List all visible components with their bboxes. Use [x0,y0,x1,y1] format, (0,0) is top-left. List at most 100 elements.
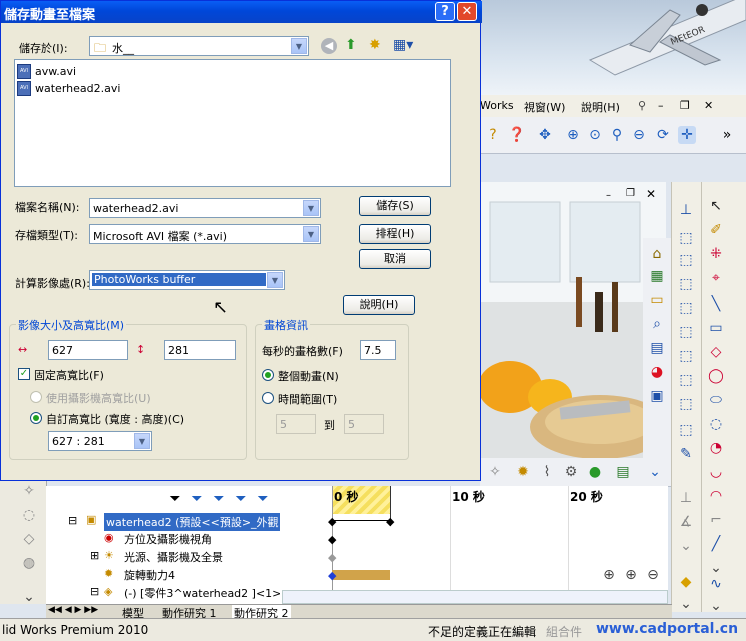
new-folder-icon[interactable]: ✸ [369,37,381,53]
tree-item-orientation[interactable]: 方位及攝影機視角 [124,531,212,547]
cube-icon[interactable]: ⬚ [676,298,696,318]
angle-icon[interactable]: ∡ [676,512,696,532]
close-icon[interactable]: ✕ [704,99,713,112]
filetype-combo[interactable]: Microsoft AVI 檔案 (*.avi) ▼ [89,224,321,244]
tag-icon[interactable]: ⌖ [706,268,726,288]
tree-expand-icon[interactable]: ⊟ [90,585,99,598]
search-icon[interactable]: ⌕ [647,314,667,334]
circle-icon[interactable]: ◯ [706,366,726,386]
ellipse-icon[interactable]: ⬭ [706,390,726,410]
up-folder-icon[interactable]: ⬆ [345,37,357,53]
origin-icon[interactable]: ⊥ [676,200,696,220]
back-icon[interactable]: ◀ [321,38,337,54]
rectangle-icon[interactable]: ▭ [706,318,726,338]
add-key-icon[interactable]: ✧ [486,463,504,481]
tree-expand-icon[interactable]: ⊟ [68,514,77,527]
cube-icon[interactable]: ⬚ [676,322,696,342]
chevron-down-icon[interactable]: ▼ [303,200,319,216]
chevron-down-icon[interactable]: ▼ [267,272,283,288]
range-to-input[interactable]: 5 [344,414,384,434]
keypoint-icon[interactable]: ◆ [328,551,336,564]
restore-icon[interactable]: ❐ [680,99,690,112]
cube-icon[interactable]: ⬚ [676,228,696,248]
zoom-fit-icon[interactable]: ⊕ [564,126,582,144]
save-button[interactable]: 儲存(S) [359,196,431,216]
minimize-icon[interactable]: – [658,99,664,112]
menu-window[interactable]: 視窗(W) [524,99,565,115]
motor-icon[interactable]: ✹ [514,463,532,481]
filter-animated-icon[interactable]: ⏷ [188,490,206,508]
cube-icon[interactable]: ⬚ [676,370,696,390]
arc-icon[interactable]: ◌ [706,414,726,434]
title-help-button[interactable]: ? [435,2,455,21]
tab-nav-icon[interactable]: ◀◀ ◀ ▶ ▶▶ [48,605,98,615]
zoom-in-icon[interactable]: ⊕ [622,566,640,584]
tree-item-root[interactable]: waterhead2 (預設<<預設>_外觀 顯 [104,513,296,531]
zoom-area-icon[interactable]: ⊙ [586,126,604,144]
centerpoint-arc-icon[interactable]: ◠ [706,486,726,506]
spring-icon[interactable]: ⌇ [538,463,556,481]
cube-icon[interactable]: ⬚ [676,394,696,414]
tool-icon[interactable]: ✧ [20,482,38,500]
warning-icon[interactable]: ◆ [676,572,696,592]
renderer-combo[interactable]: PhotoWorks buffer ▼ [89,270,285,290]
sketch-icon[interactable]: ✐ [706,220,726,240]
title-close-button[interactable]: ✕ [457,2,477,21]
use-camera-radio[interactable] [30,391,42,403]
tree-item-part[interactable]: (-) [零件3^waterhead2 ]<1> (預 [124,585,300,601]
contact-icon[interactable]: ⚙ [562,463,580,481]
viewport-minimize-icon[interactable]: – [606,190,611,201]
view-menu-icon[interactable]: ▦▾ [393,37,413,53]
arc-3pt-icon[interactable]: ◔ [706,438,726,458]
custom-props-icon[interactable]: ▣ [647,386,667,406]
chevron-down-icon[interactable]: ▼ [291,38,307,54]
keypoint-icon[interactable]: ◆ [386,515,394,528]
viewport-restore-icon[interactable]: ❐ [626,188,635,199]
smart-dim-icon[interactable]: ⁜ [706,244,726,264]
keypoint-icon[interactable]: ◆ [328,533,336,546]
pin-icon[interactable]: ⚲ [638,99,646,112]
viewport-close-icon[interactable]: ✕ [646,187,656,201]
chevron-down-icon[interactable]: ▼ [134,433,150,449]
tree-item-motor[interactable]: 旋轉動力4 [124,567,175,583]
filter-results-icon[interactable]: ⏷ [254,490,272,508]
cancel-button[interactable]: 取消 [359,249,431,269]
tool-icon[interactable]: ◌ [20,506,38,524]
keypoint-icon[interactable]: ◆ [328,569,336,582]
width-input[interactable]: 627 [48,340,128,360]
results-icon[interactable]: ▤ [614,463,632,481]
polygon-icon[interactable]: ◇ [706,342,726,362]
filter-icon[interactable]: ⏷ [166,490,184,508]
filter-selected-icon[interactable]: ⏷ [232,490,250,508]
cube-icon[interactable]: ⬚ [676,250,696,270]
chevron-down-icon[interactable]: ⌄ [676,594,696,614]
fps-input[interactable]: 7.5 [360,340,396,360]
timeline-scrollbar[interactable] [282,590,668,604]
menu-works[interactable]: Works [480,99,514,112]
dim-icon[interactable]: ⊥ [676,488,696,508]
brush-icon[interactable]: ✎ [676,444,696,464]
tree-expand-icon[interactable]: ⊞ [90,549,99,562]
custom-ratio-radio[interactable] [30,412,42,424]
graphics-viewport[interactable]: – ❐ ✕ [480,182,666,458]
help-toolbar-icon[interactable]: ? [484,126,502,144]
cube-icon[interactable]: ⬚ [676,420,696,440]
time-range-radio[interactable] [262,392,274,404]
design-library-icon[interactable]: ▦ [647,266,667,286]
tool-icon[interactable]: ◇ [20,530,38,548]
chevron-down-icon[interactable]: ⌄ [20,588,38,606]
help-button[interactable]: 說明(H) [343,295,415,315]
fixed-ratio-checkbox[interactable]: ✓ [18,368,30,380]
cube-icon[interactable]: ⬚ [676,274,696,294]
chevron-down-icon[interactable]: ⌄ [646,463,664,481]
more-icon[interactable]: » [718,126,736,144]
cube-icon[interactable]: ⬚ [676,346,696,366]
arrow-select-icon[interactable]: ↖ [706,196,726,216]
file-list[interactable]: AVI avw.avi AVI waterhead2.avi [14,59,451,187]
view-palette-icon[interactable]: ▤ [647,338,667,358]
filter-driving-icon[interactable]: ⏷ [210,490,228,508]
rotate-icon[interactable]: ⟳ [654,126,672,144]
height-input[interactable]: 281 [164,340,236,360]
file-explorer-icon[interactable]: ▭ [647,290,667,310]
zoom-out-icon[interactable]: ⊖ [644,566,662,584]
